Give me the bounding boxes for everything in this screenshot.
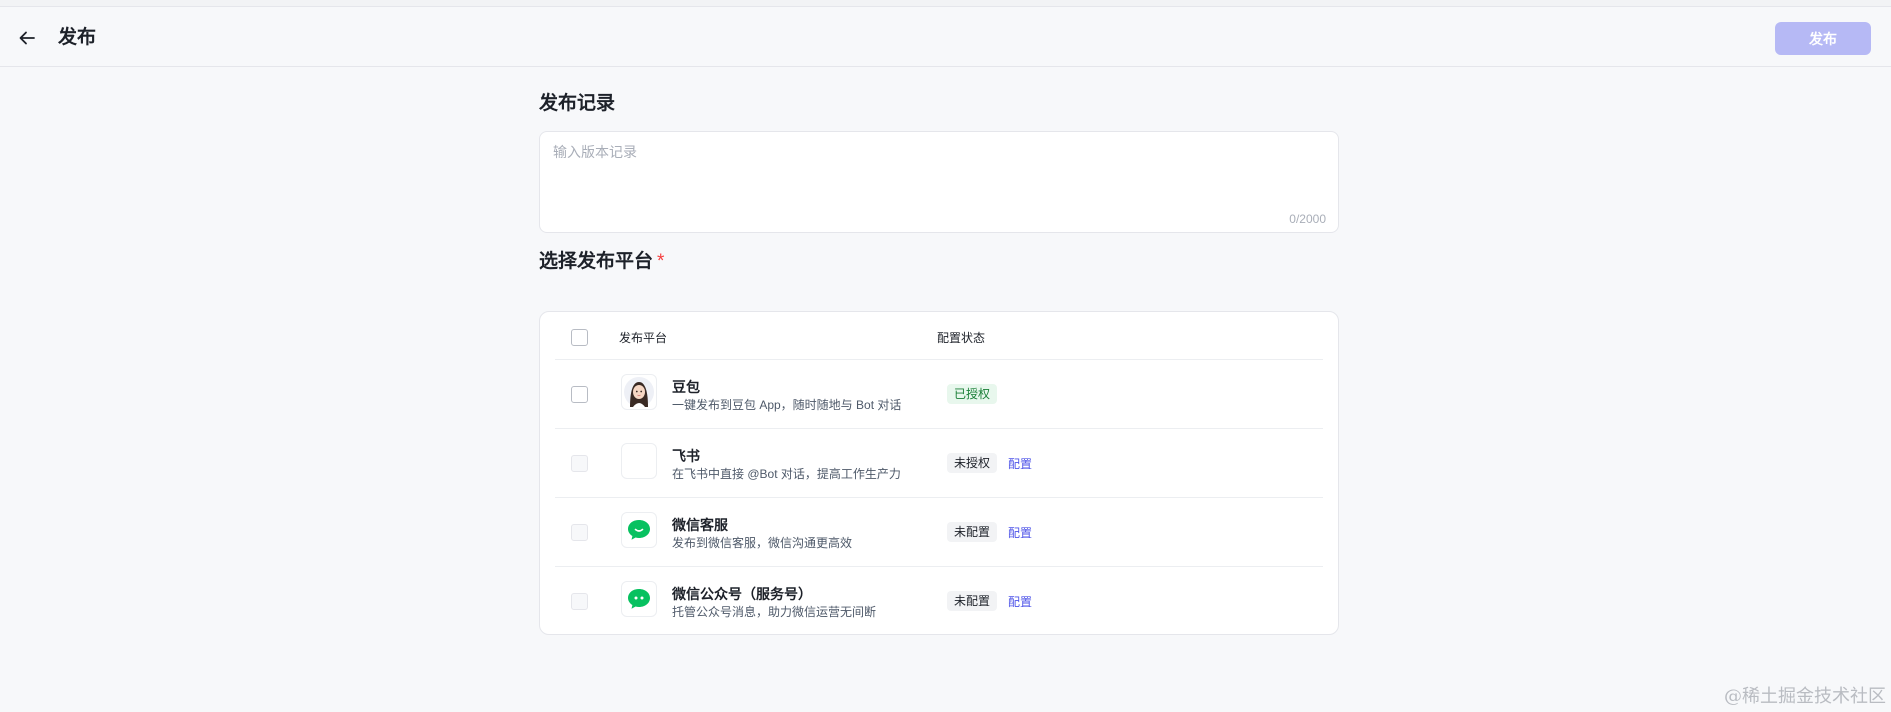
- record-placeholder: 输入版本记录: [553, 144, 637, 160]
- wechat-service-icon: [621, 512, 657, 548]
- wechat-service-status-badge: 未配置: [947, 522, 998, 542]
- feishu-name: 飞书: [672, 448, 700, 464]
- platform-row-wechat-official: 微信公众号（服务号） 托管公众号消息，助力微信运营无间断 未配置 配置: [555, 567, 1323, 636]
- feishu-icon: [621, 443, 657, 479]
- platform-row-doubao: 豆包 一键发布到豆包 App，随时随地与 Bot 对话 已授权: [555, 360, 1323, 429]
- doubao-avatar-icon: [621, 374, 657, 410]
- page-title: 发布: [58, 27, 97, 48]
- publish-button[interactable]: 发布: [1775, 22, 1871, 55]
- wechat-service-name: 微信客服: [672, 517, 728, 533]
- wechat-official-icon: [621, 581, 657, 617]
- required-mark: *: [657, 251, 665, 272]
- select-all-checkbox[interactable]: [571, 329, 588, 346]
- wechat-official-status-badge: 未配置: [947, 591, 998, 611]
- platform-row-wechat-service: 微信客服 发布到微信客服，微信沟通更高效 未配置 配置: [555, 498, 1323, 567]
- wechat-official-config-link[interactable]: 配置: [1008, 593, 1032, 610]
- version-record-input[interactable]: 输入版本记录 0/2000: [539, 131, 1339, 233]
- wechat-service-desc: 发布到微信客服，微信沟通更高效: [672, 536, 853, 550]
- back-button[interactable]: [16, 27, 38, 49]
- wechat-official-desc: 托管公众号消息，助力微信运营无间断: [672, 605, 877, 619]
- watermark: @稀土掘金技术社区: [1724, 686, 1886, 707]
- platform-section-title: 选择发布平台 *: [539, 251, 664, 273]
- feishu-config-link[interactable]: 配置: [1008, 455, 1032, 472]
- col-header-status: 配置状态: [937, 331, 986, 345]
- doubao-status-badge: 已授权: [947, 384, 998, 404]
- arrow-left-icon: [19, 31, 35, 45]
- feishu-checkbox[interactable]: [571, 455, 588, 472]
- col-header-platform: 发布平台: [619, 331, 668, 345]
- wechat-official-name: 微信公众号（服务号）: [672, 586, 812, 602]
- platform-section-label: 选择发布平台: [539, 251, 654, 272]
- platform-row-feishu: 飞书 在飞书中直接 @Bot 对话，提高工作生产力 未授权 配置: [555, 429, 1323, 498]
- wechat-service-config-link[interactable]: 配置: [1008, 524, 1032, 541]
- feishu-status-badge: 未授权: [947, 453, 998, 473]
- doubao-desc: 一键发布到豆包 App，随时随地与 Bot 对话: [672, 398, 902, 412]
- char-counter: 0/2000: [1289, 212, 1326, 226]
- platform-table: 发布平台 配置状态 豆包 一键发布到豆包 App，随时随地与 Bot 对话 已授…: [539, 311, 1339, 635]
- wechat-service-checkbox[interactable]: [571, 524, 588, 541]
- page-header: 发布 发布: [0, 7, 1891, 67]
- feishu-desc: 在飞书中直接 @Bot 对话，提高工作生产力: [672, 467, 901, 481]
- record-section-title: 发布记录: [539, 93, 616, 114]
- table-header-row: 发布平台 配置状态: [555, 312, 1323, 360]
- top-strip: [0, 0, 1891, 7]
- doubao-name: 豆包: [672, 379, 700, 395]
- doubao-checkbox[interactable]: [571, 386, 588, 403]
- wechat-official-checkbox[interactable]: [571, 593, 588, 610]
